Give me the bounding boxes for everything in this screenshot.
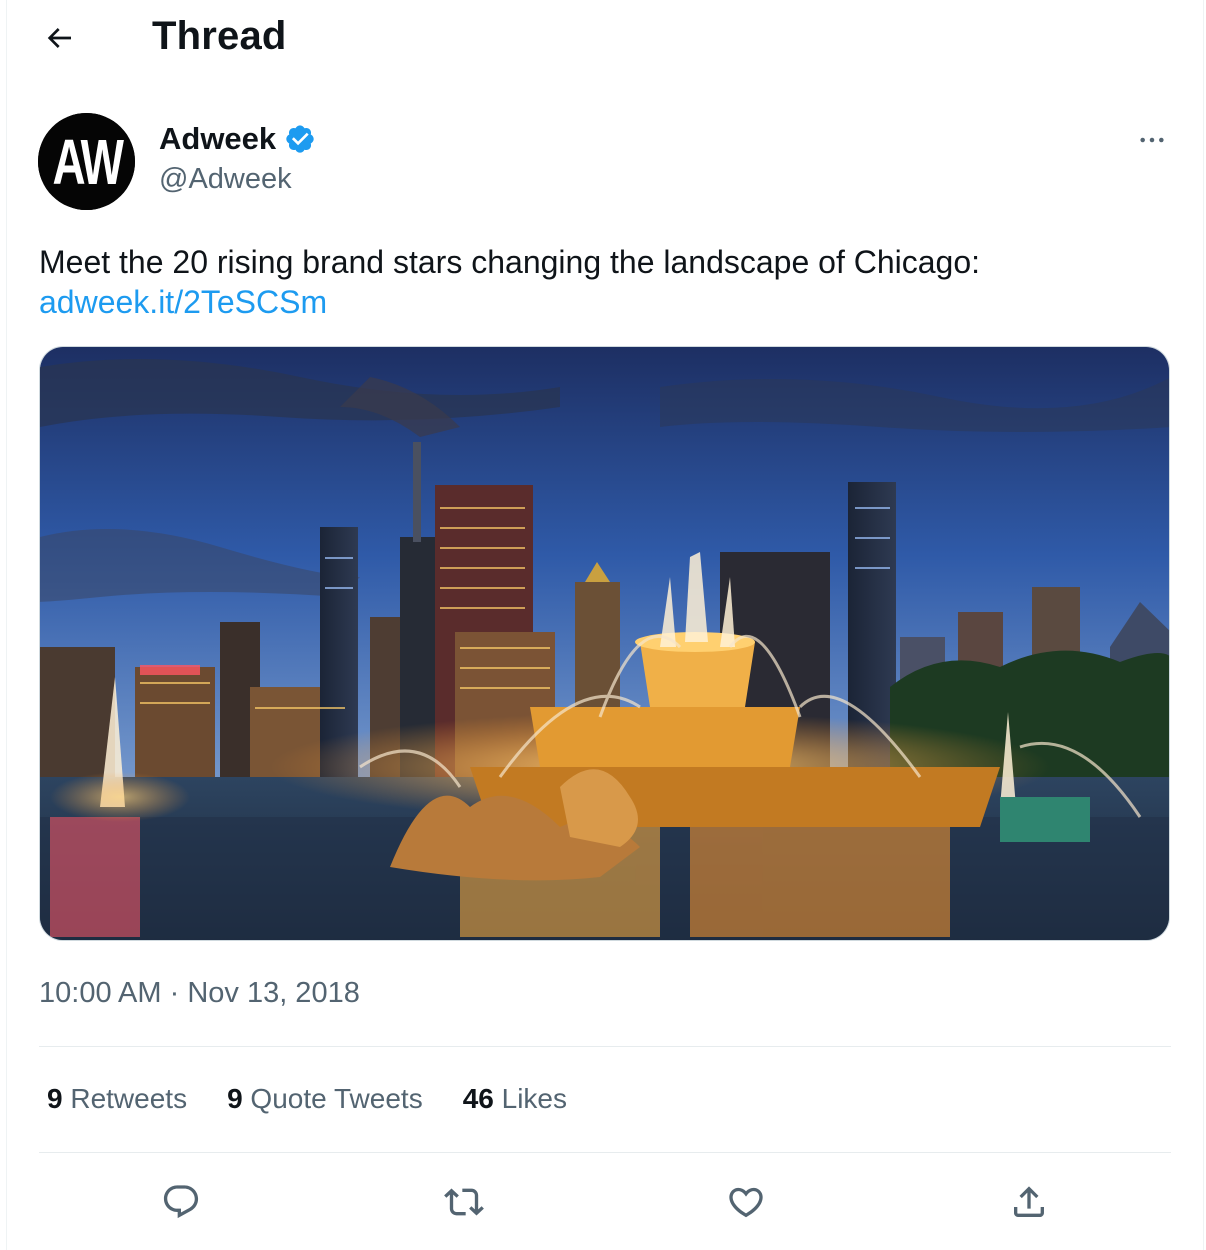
arrow-left-icon	[47, 28, 71, 48]
timestamp-date[interactable]: Nov 13, 2018	[187, 977, 360, 1009]
tweet-link[interactable]: adweek.it/2TeSCSm	[39, 282, 1169, 322]
share-icon	[1014, 1186, 1044, 1217]
likes-stat[interactable]: 46 Likes	[463, 1083, 567, 1115]
retweets-stat[interactable]: 9 Retweets	[47, 1083, 187, 1115]
share-button[interactable]	[1005, 1178, 1053, 1226]
reply-icon	[163, 1185, 199, 1219]
like-button[interactable]	[722, 1178, 770, 1226]
tweet-text: Meet the 20 rising brand stars changing …	[39, 242, 1169, 322]
engagement-stats: 9 Retweets 9 Quote Tweets 46 Likes	[47, 1083, 567, 1115]
timestamp-time[interactable]: 10:00 AM	[39, 977, 162, 1009]
more-options-button[interactable]	[1128, 124, 1176, 156]
likes-count: 46	[462, 1083, 494, 1114]
avatar-logo-text: AW	[53, 126, 125, 197]
tweet-timestamp: 10:00 AM · Nov 13, 2018	[39, 977, 360, 1010]
retweet-icon	[444, 1188, 484, 1216]
retweets-label: Retweets	[62, 1083, 188, 1114]
reply-button[interactable]	[157, 1178, 205, 1226]
likes-label: Likes	[493, 1083, 567, 1114]
retweet-button[interactable]	[440, 1178, 488, 1226]
verified-badge-icon	[286, 125, 314, 153]
back-button[interactable]	[36, 18, 82, 58]
author-name-row[interactable]: Adweek	[159, 121, 316, 157]
more-horizontal-icon	[1140, 137, 1164, 143]
author-name[interactable]: Adweek	[159, 121, 276, 157]
quote-tweets-label: Quote Tweets	[242, 1083, 423, 1114]
divider	[39, 1152, 1171, 1153]
like-icon	[729, 1187, 763, 1218]
retweets-count: 9	[47, 1083, 63, 1114]
tweet-photo[interactable]	[39, 346, 1170, 941]
divider	[39, 1046, 1171, 1047]
quote-tweets-count: 9	[227, 1083, 243, 1114]
timestamp-separator: ·	[161, 977, 188, 1009]
page-title: Thread	[152, 14, 287, 58]
author-handle[interactable]: @Adweek	[159, 163, 292, 196]
tweet-body: Meet the 20 rising brand stars changing …	[39, 244, 981, 280]
avatar[interactable]: AW	[38, 113, 135, 210]
quote-tweets-stat[interactable]: 9 Quote Tweets	[227, 1083, 423, 1115]
chicago-skyline-fountain-image	[40, 347, 1169, 940]
